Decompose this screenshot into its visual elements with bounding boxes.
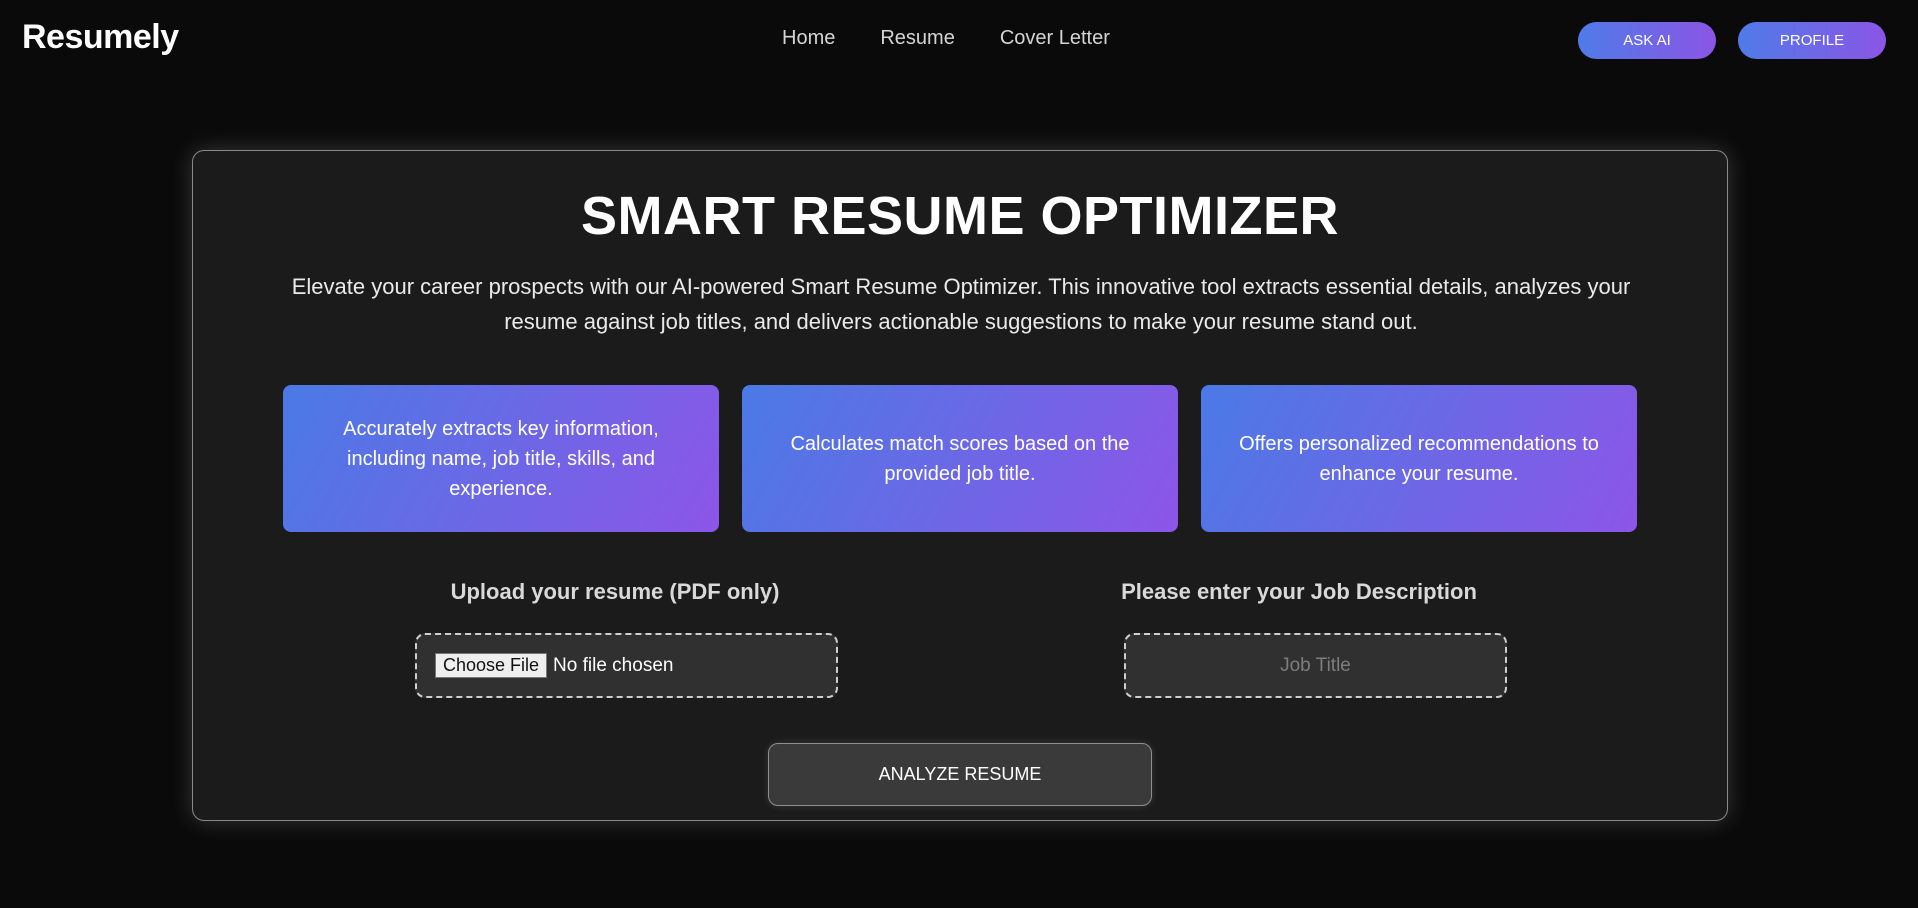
logo[interactable]: Resumely: [22, 18, 179, 57]
choose-file-button[interactable]: Choose File: [435, 653, 548, 678]
nav-link-resume[interactable]: Resume: [880, 27, 954, 50]
nav-links: Home Resume Cover Letter: [782, 27, 1110, 50]
feature-card-match-score: Calculates match scores based on the pro…: [742, 385, 1178, 532]
analyze-resume-button[interactable]: ANALYZE RESUME: [768, 743, 1152, 806]
navbar: Resumely Home Resume Cover Letter ASK AI…: [0, 0, 1918, 80]
file-status-text: No file chosen: [553, 654, 674, 676]
job-description-label: Please enter your Job Description: [1121, 579, 1477, 604]
job-title-input[interactable]: [1124, 633, 1507, 698]
upload-label: Upload your resume (PDF only): [450, 579, 780, 604]
nav-link-home[interactable]: Home: [782, 27, 835, 50]
ask-ai-button[interactable]: ASK AI: [1578, 22, 1716, 59]
feature-card-recommendations: Offers personalized recommendations to e…: [1201, 385, 1637, 532]
page-subtitle: Elevate your career prospects with our A…: [291, 274, 1631, 334]
file-upload-field[interactable]: Choose File No file chosen: [415, 633, 838, 698]
profile-button[interactable]: PROFILE: [1738, 22, 1886, 59]
nav-link-cover-letter[interactable]: Cover Letter: [1000, 27, 1110, 50]
page-title: SMART RESUME OPTIMIZER: [580, 186, 1339, 246]
feature-card-extract: Accurately extracts key information, inc…: [283, 385, 719, 532]
optimizer-card: SMART RESUME OPTIMIZER Elevate your care…: [192, 150, 1728, 821]
